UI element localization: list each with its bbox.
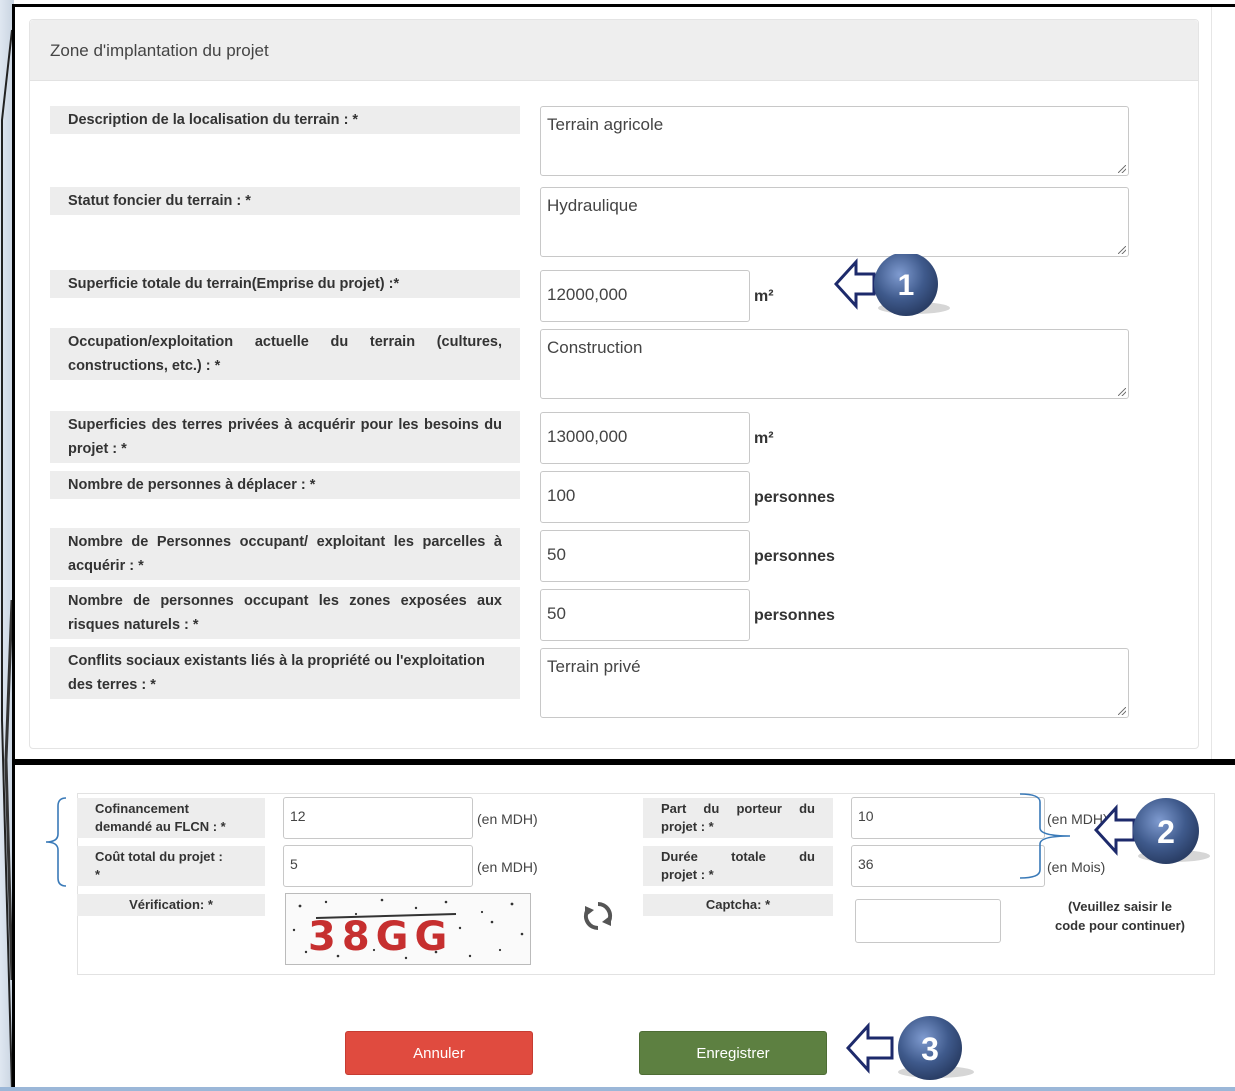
project-zone-panel: Zone d'implantation du projet Descriptio… (12, 4, 1235, 762)
conflits-sociaux-textarea[interactable]: Terrain privé (540, 648, 1129, 718)
personnes-deplacer-input[interactable]: 100 (540, 471, 750, 523)
unit-personnes: personnes (754, 548, 835, 565)
left-brace (45, 797, 67, 887)
field-label-zones-exposees: Nombre de personnes occupant les zones e… (50, 587, 520, 639)
callout-1-number: 1 (898, 269, 915, 302)
field-label-conflits-sociaux: Conflits sociaux existants liés à la pro… (50, 647, 520, 699)
statut-foncier-textarea[interactable]: Hydraulique (540, 187, 1129, 257)
field-label-superficie-totale: Superficie totale du terrain(Emprise du … (50, 270, 520, 298)
unit-personnes: personnes (754, 489, 835, 506)
cancel-button[interactable]: Annuler (345, 1031, 533, 1075)
localisation-textarea[interactable]: Terrain agricole (540, 106, 1129, 176)
callout-3-number: 3 (921, 1031, 939, 1067)
captcha-input[interactable] (855, 899, 1001, 943)
callout-1: 1 (834, 254, 950, 316)
unit-m2: m² (754, 288, 774, 305)
callout-2-number: 2 (1157, 814, 1175, 850)
field-label-duree: Durée totale du projet : * (643, 846, 833, 886)
cout-total-input[interactable]: 5 (283, 845, 473, 887)
field-label-occupation: Occupation/exploitation actuelle du terr… (50, 328, 520, 380)
project-zone-card: Zone d'implantation du projet Descriptio… (29, 19, 1199, 749)
section-title: Zone d'implantation du projet (50, 41, 269, 60)
field-label-personnes-occupant-parcelles: Nombre de Personnes occupant/ exploitant… (50, 528, 520, 580)
field-label-personnes-deplacer: Nombre de personnes à déplacer : * (50, 471, 520, 499)
unit-m2: m² (754, 430, 774, 447)
field-label-cofinancement: Cofinancement demandé au FLCN : * (77, 798, 265, 838)
save-button[interactable]: Enregistrer (639, 1031, 827, 1075)
field-label-localisation: Description de la localisation du terrai… (50, 106, 520, 134)
zones-exposees-input[interactable]: 50 (540, 589, 750, 641)
occupation-textarea[interactable]: Construction (540, 329, 1129, 399)
superficie-totale-input[interactable]: 12000,000 (540, 270, 750, 322)
unit-personnes: personnes (754, 607, 835, 624)
cofinancement-input[interactable]: 12 (283, 797, 473, 839)
personnes-occupant-parcelles-input[interactable]: 50 (540, 530, 750, 582)
field-label-cout-total: Coût total du projet : * (77, 846, 265, 886)
right-brace (1019, 793, 1071, 879)
card-header: Zone d'implantation du projet (30, 20, 1198, 81)
callout-2: 2 (1094, 798, 1210, 864)
field-label-statut-foncier: Statut foncier du terrain : * (50, 187, 520, 215)
right-divider (1211, 7, 1212, 759)
superficies-terres-privees-input[interactable]: 13000,000 (540, 412, 750, 464)
bottom-accent-bar (0, 1087, 1235, 1091)
captcha-image: 38GG (285, 893, 531, 965)
captcha-hint: (Veuillez saisir le code pour continuer) (1055, 899, 1185, 933)
field-label-superficies-terres-privees: Superficies des terres privées à acquéri… (50, 411, 520, 463)
field-label-verification: Vérification: * (77, 894, 265, 916)
field-label-part-porteur: Part du porteur du projet : * (643, 798, 833, 838)
unit-mdh: (en MDH) (477, 811, 538, 827)
unit-mdh: (en MDH) (477, 859, 538, 875)
field-label-captcha: Captcha: * (643, 894, 833, 916)
captcha-text: 38GG (308, 914, 453, 960)
refresh-captcha-icon[interactable] (581, 899, 615, 933)
callout-3: 3 (846, 1016, 974, 1080)
